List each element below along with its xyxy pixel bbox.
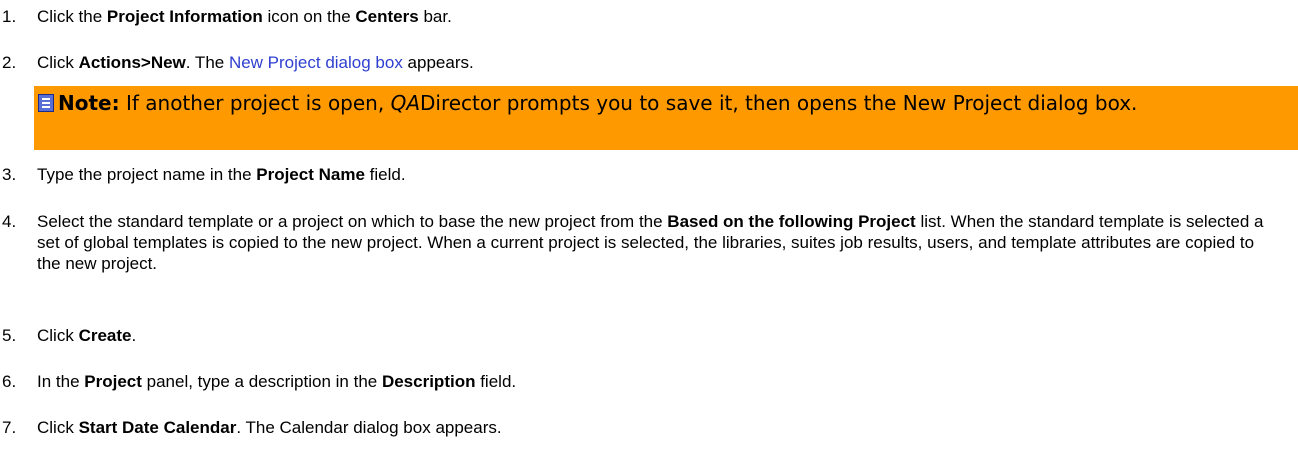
text-run: Click bbox=[37, 53, 79, 72]
step-text: Click the Project Information icon on th… bbox=[37, 6, 1270, 27]
step-number: 5. bbox=[2, 326, 17, 345]
step-3: 3. Type the project name in the Project … bbox=[0, 164, 1270, 185]
step-7: 7. Click Start Date Calendar. The Calend… bbox=[0, 417, 1270, 438]
ui-term-centers: Centers bbox=[355, 7, 419, 26]
step-number: 1. bbox=[2, 7, 17, 26]
step-text: Type the project name in the Project Nam… bbox=[37, 164, 1270, 185]
step-text: Select the standard template or a projec… bbox=[37, 211, 1270, 274]
new-project-dialog-link[interactable]: New Project dialog box bbox=[229, 53, 403, 72]
step-number: 3. bbox=[2, 165, 17, 184]
ui-term-description: Description bbox=[381, 372, 476, 391]
product-name: Director bbox=[420, 91, 501, 115]
step-number: 4. bbox=[2, 212, 17, 231]
text-run: field. bbox=[475, 372, 517, 391]
step-text: Click Create. bbox=[37, 325, 1270, 346]
note-text: If another project is open, bbox=[119, 91, 391, 115]
note-label: Note: bbox=[58, 91, 120, 115]
text-run: panel, type a description in the bbox=[141, 372, 382, 391]
step-text: Click Start Date Calendar. The Calendar … bbox=[37, 417, 1270, 438]
step-2: 2. Click Actions>New. The New Project di… bbox=[0, 52, 1270, 73]
step-number: 6. bbox=[2, 372, 17, 391]
ui-term-project-name: Project Name bbox=[256, 165, 365, 184]
note-box: Note: If another project is open, QADire… bbox=[34, 86, 1298, 150]
step-6: 6. In the Project panel, type a descript… bbox=[0, 371, 1270, 392]
step-number: 7. bbox=[2, 418, 17, 437]
text-run: Type the project name in the bbox=[37, 165, 257, 184]
instruction-page: 1. Click the Project Information icon on… bbox=[0, 0, 1298, 450]
step-text: Click Actions>New. The New Project dialo… bbox=[37, 52, 1270, 73]
text-run: . The Calendar dialog box appears. bbox=[236, 418, 502, 437]
ui-term-create: Create bbox=[78, 326, 132, 345]
ui-term-project-information: Project Information bbox=[106, 7, 263, 26]
step-1: 1. Click the Project Information icon on… bbox=[0, 6, 1270, 27]
text-run: Click the bbox=[37, 7, 107, 26]
note-icon bbox=[38, 94, 54, 112]
step-4: 4. Select the standard template or a pro… bbox=[0, 211, 1270, 274]
text-run: . The bbox=[185, 53, 229, 72]
text-run: Click bbox=[37, 326, 79, 345]
ui-term-actions-new: Actions>New bbox=[78, 53, 186, 72]
text-run: . bbox=[131, 326, 137, 345]
text-run: bar. bbox=[418, 7, 452, 26]
step-text: In the Project panel, type a description… bbox=[37, 371, 1270, 392]
step-5: 5. Click Create. bbox=[0, 325, 1270, 346]
text-run: appears. bbox=[402, 53, 474, 72]
text-run: In the bbox=[37, 372, 85, 391]
text-run: icon on the bbox=[262, 7, 356, 26]
note-text: prompts you to save it, then opens the N… bbox=[500, 91, 1138, 115]
ui-term-start-date-calendar: Start Date Calendar bbox=[78, 418, 237, 437]
step-number: 2. bbox=[2, 53, 17, 72]
product-name-italic: QA bbox=[390, 91, 421, 115]
ui-term-project: Project bbox=[84, 372, 142, 391]
ui-term-based-on-project: Based on the following Project bbox=[667, 212, 916, 231]
text-run: Select the standard template or a projec… bbox=[37, 212, 668, 231]
text-run: Click bbox=[37, 418, 79, 437]
text-run: field. bbox=[364, 165, 406, 184]
